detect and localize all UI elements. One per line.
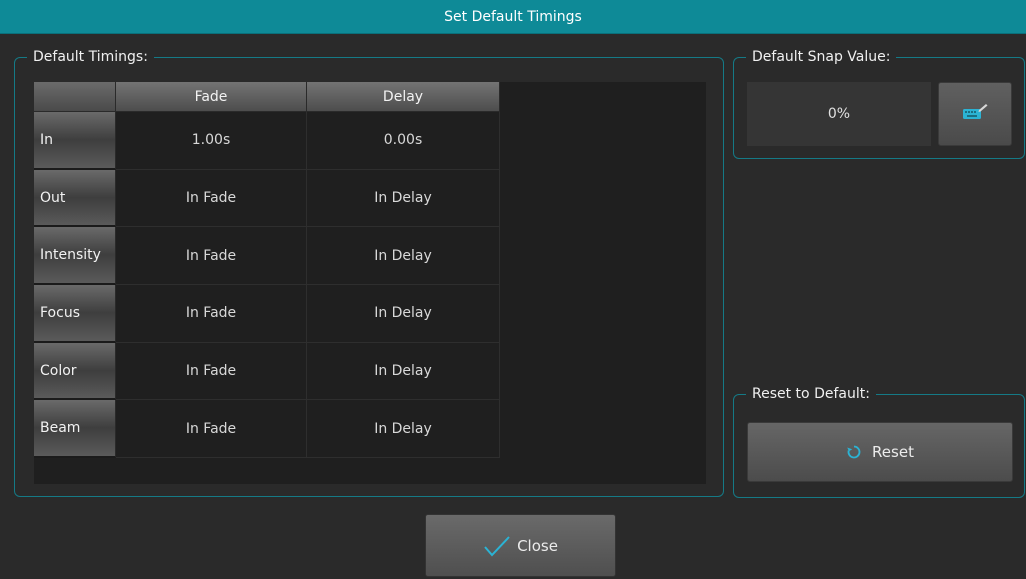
close-button-label: Close xyxy=(517,536,558,555)
row-header-beam[interactable]: Beam xyxy=(34,400,116,459)
table-corner xyxy=(34,82,116,112)
reset-button[interactable]: Reset xyxy=(747,422,1013,482)
default-snap-legend: Default Snap Value: xyxy=(746,48,897,66)
dialog-title-bar: Set Default Timings xyxy=(0,0,1026,34)
out-fade-cell[interactable]: In Fade xyxy=(116,169,307,228)
snap-value-display[interactable]: 0% xyxy=(747,82,931,146)
timings-grid: Fade Delay In 1.00s 0.00s Out In Fade In… xyxy=(34,82,500,459)
close-button[interactable]: Close xyxy=(425,514,616,577)
beam-fade-cell[interactable]: In Fade xyxy=(116,400,307,459)
snap-value: 0% xyxy=(827,106,851,122)
column-header-fade[interactable]: Fade xyxy=(116,82,307,112)
in-delay-cell[interactable]: 0.00s xyxy=(307,112,500,170)
color-fade-cell[interactable]: In Fade xyxy=(116,342,307,401)
keyboard-edit-icon xyxy=(962,103,988,125)
color-delay-cell[interactable]: In Delay xyxy=(307,342,500,401)
focus-fade-cell[interactable]: In Fade xyxy=(116,285,307,343)
reset-default-legend: Reset to Default: xyxy=(746,385,876,403)
row-header-intensity[interactable]: Intensity xyxy=(34,227,116,286)
focus-delay-cell[interactable]: In Delay xyxy=(307,285,500,343)
intensity-fade-cell[interactable]: In Fade xyxy=(116,227,307,286)
out-delay-cell[interactable]: In Delay xyxy=(307,169,500,228)
timings-table: Fade Delay In 1.00s 0.00s Out In Fade In… xyxy=(34,82,706,484)
column-header-delay[interactable]: Delay xyxy=(307,82,500,112)
beam-delay-cell[interactable]: In Delay xyxy=(307,400,500,459)
reset-button-label: Reset xyxy=(872,443,914,461)
intensity-delay-cell[interactable]: In Delay xyxy=(307,227,500,286)
refresh-icon xyxy=(846,444,862,460)
row-header-in[interactable]: In xyxy=(34,112,116,170)
checkmark-icon xyxy=(483,535,511,557)
in-fade-cell[interactable]: 1.00s xyxy=(116,112,307,170)
snap-keyboard-button[interactable] xyxy=(938,82,1012,146)
row-header-focus[interactable]: Focus xyxy=(34,285,116,343)
row-header-out[interactable]: Out xyxy=(34,169,116,228)
default-timings-legend: Default Timings: xyxy=(27,48,154,66)
dialog-title: Set Default Timings xyxy=(444,8,582,25)
row-header-color[interactable]: Color xyxy=(34,342,116,401)
